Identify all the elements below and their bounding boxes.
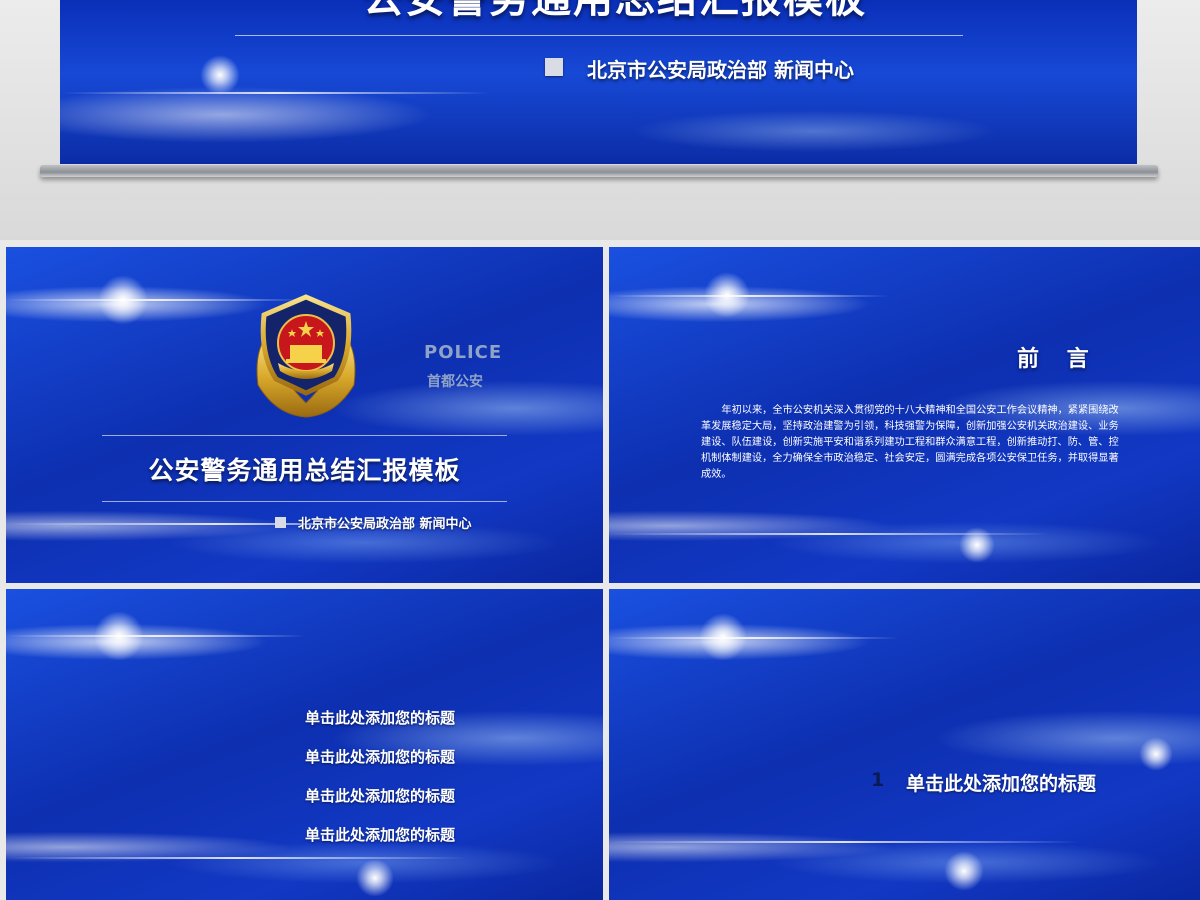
slide-contents[interactable]: 单击此处添加您的标题 单击此处添加您的标题 单击此处添加您的标题 单击此处添加您… xyxy=(6,589,603,900)
hero-subtitle: 北京市公安局政治部 新闻中心 xyxy=(587,58,854,82)
preview-top-area: 公安警务通用总结汇报模板 北京市公安局政治部 新闻中心 xyxy=(0,0,1200,240)
hero-slide-preview: 公安警务通用总结汇报模板 北京市公安局政治部 新闻中心 xyxy=(60,0,1137,164)
slide-cover[interactable]: POLICE 首都公安 公安警务通用总结汇报模板 北京市公安局政治部 新闻中心 xyxy=(6,247,603,583)
contents-item[interactable]: 单击此处添加您的标题 xyxy=(305,824,455,863)
contents-item[interactable]: 单击此处添加您的标题 xyxy=(305,707,455,746)
preface-body: 年初以来，全市公安机关深入贯彻党的十八大精神和全国公安工作会议精神，紧紧围绕改革… xyxy=(701,405,1119,480)
title-divider-top xyxy=(102,435,507,436)
title-divider-bottom xyxy=(102,501,507,502)
light-streak xyxy=(609,295,889,297)
contents-list: 单击此处添加您的标题 单击此处添加您的标题 单击此处添加您的标题 单击此处添加您… xyxy=(305,707,455,863)
light-flare xyxy=(356,859,394,897)
police-chinese-label: 首都公安 xyxy=(427,374,483,390)
slide-preface[interactable]: 前 言 年初以来，全市公安机关深入贯彻党的十八大精神和全国公安工作会议精神，紧紧… xyxy=(609,247,1200,583)
cover-title: 公安警务通用总结汇报模板 xyxy=(148,456,461,485)
contents-item[interactable]: 单击此处添加您的标题 xyxy=(305,785,455,824)
light-streak xyxy=(609,533,1049,535)
section-number: 1 xyxy=(871,769,885,791)
light-flare xyxy=(200,55,240,95)
bullet-square xyxy=(275,517,286,528)
preface-title: 前 言 xyxy=(1017,347,1099,372)
light-flare xyxy=(1139,737,1173,771)
section-title[interactable]: 单击此处添加您的标题 xyxy=(906,769,1096,796)
police-emblem-icon xyxy=(256,294,356,418)
cover-subtitle: 北京市公安局政治部 新闻中心 xyxy=(298,517,472,532)
light-streak xyxy=(6,635,306,637)
hero-title: 公安警务通用总结汇报模板 xyxy=(275,0,955,24)
light-flare xyxy=(944,851,984,891)
hero-divider xyxy=(235,35,963,36)
light-streak xyxy=(609,637,899,639)
light-streak xyxy=(609,841,1079,843)
hero-bullet-square xyxy=(545,58,563,76)
contents-item[interactable]: 单击此处添加您的标题 xyxy=(305,746,455,785)
display-stand xyxy=(40,165,1158,177)
slide-section[interactable]: 1 单击此处添加您的标题 xyxy=(609,589,1200,900)
police-english-label: POLICE xyxy=(424,342,503,363)
light-streak xyxy=(60,92,490,94)
